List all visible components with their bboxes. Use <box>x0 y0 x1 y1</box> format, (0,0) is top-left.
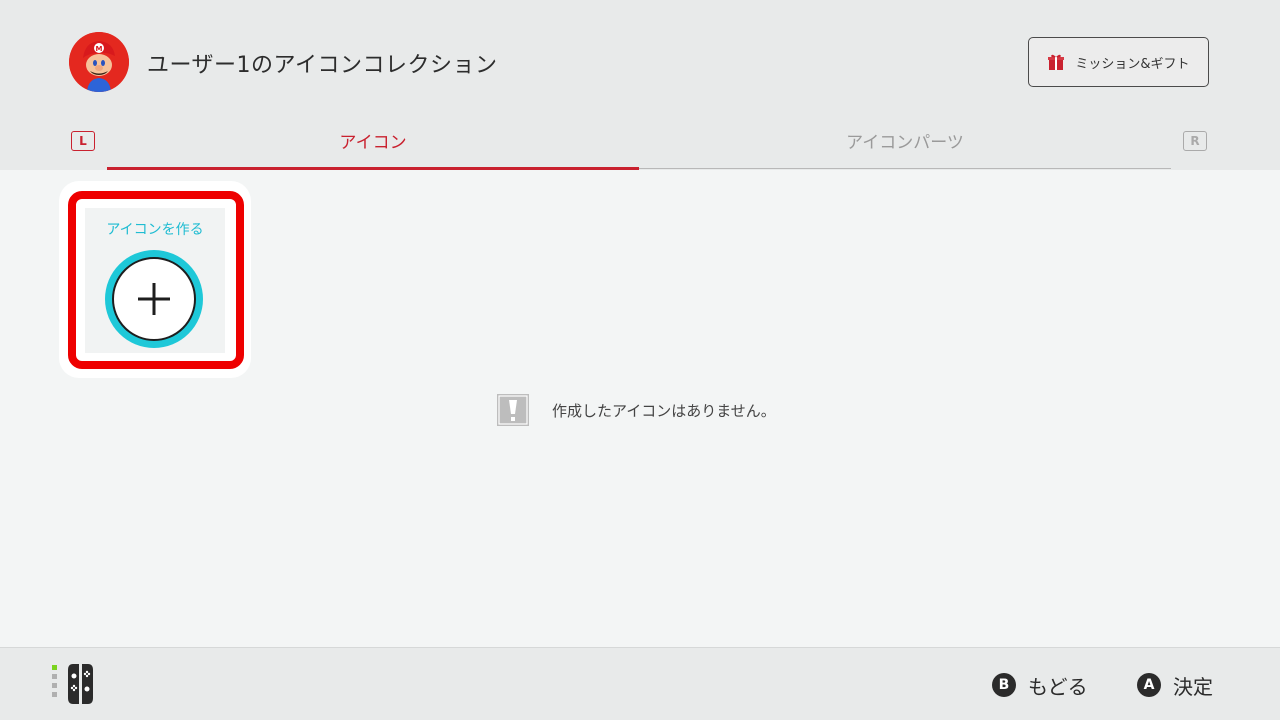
back-label: もどる <box>1028 674 1088 699</box>
empty-message: 作成したアイコンはありません。 <box>496 393 776 427</box>
page-title: ユーザー1のアイコンコレクション <box>147 53 498 78</box>
b-button-icon: B <box>992 673 1016 697</box>
a-button-icon: A <box>1137 673 1161 697</box>
empty-message-text: 作成したアイコンはありません。 <box>552 401 776 420</box>
controller-status <box>52 662 112 710</box>
user-avatar: M <box>69 32 129 92</box>
exclamation-icon <box>497 394 529 426</box>
confirm-action[interactable]: A 決定 <box>1137 671 1213 699</box>
create-icon-card[interactable]: アイコンを作る <box>59 181 251 378</box>
icon-collection-screen: M ユーザー1のアイコンコレクション ミッション&ギフト L アイコン アイコン… <box>0 0 1280 720</box>
tab-divider <box>639 168 1171 169</box>
tab-icons[interactable]: アイコン <box>107 110 639 170</box>
gift-icon <box>1048 54 1065 70</box>
r-bumper-icon[interactable]: R <box>1183 131 1207 151</box>
mission-gift-label: ミッション&ギフト <box>1075 56 1190 72</box>
l-bumper-icon[interactable]: L <box>71 131 95 151</box>
svg-text:M: M <box>96 45 103 53</box>
back-action[interactable]: B もどる <box>992 671 1088 699</box>
joycon-icon <box>52 664 93 704</box>
mission-gift-button[interactable]: ミッション&ギフト <box>1028 37 1209 87</box>
confirm-label: 決定 <box>1173 674 1213 699</box>
mario-avatar-icon: M <box>69 32 129 92</box>
selection-highlight <box>68 191 244 369</box>
tab-icon-parts[interactable]: アイコンパーツ <box>639 110 1171 170</box>
active-tab-indicator <box>107 167 639 170</box>
footer <box>0 648 1280 720</box>
